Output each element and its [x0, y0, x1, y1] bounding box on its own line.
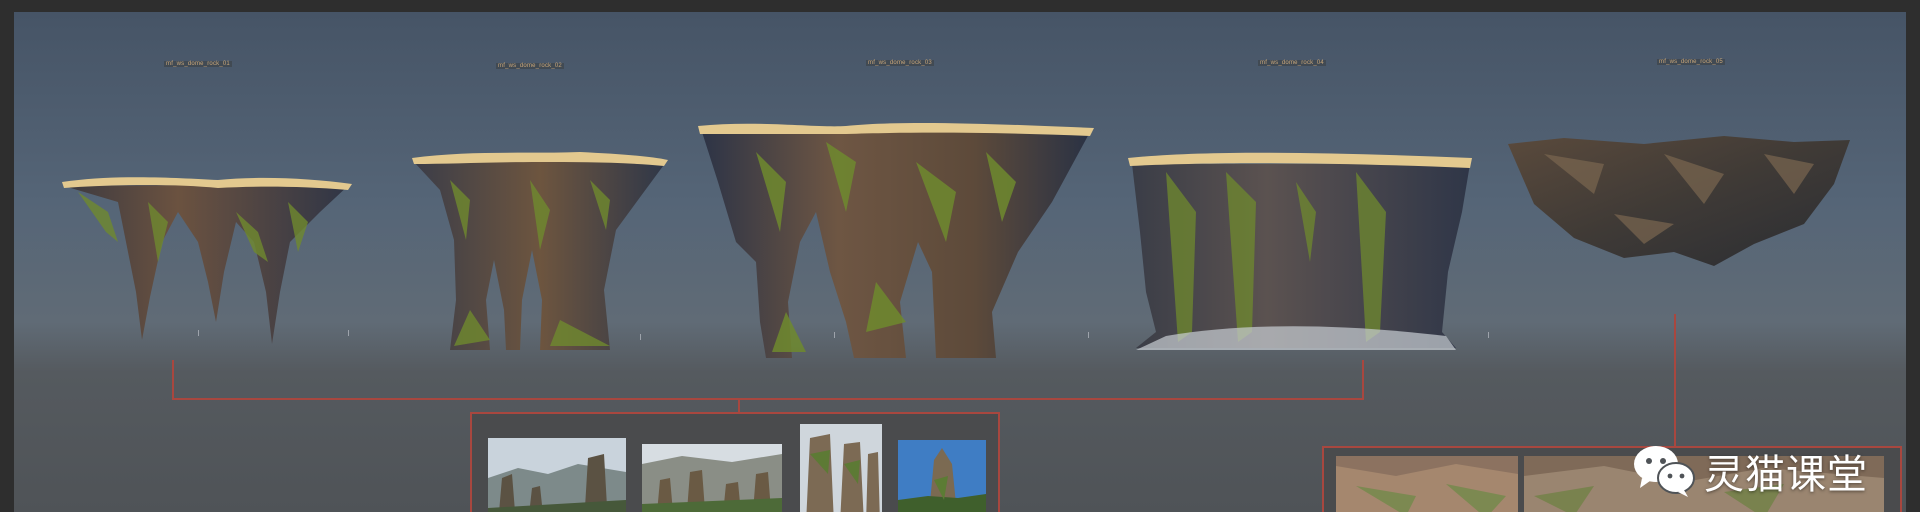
dome-rock-05[interactable]: [1504, 134, 1854, 274]
marker-tick: [1088, 332, 1089, 338]
connector-line: [1362, 360, 1364, 400]
connector-line: [1674, 314, 1676, 454]
marker-tick: [640, 334, 641, 340]
connector-line: [172, 398, 1364, 400]
watermark-text: 灵猫课堂: [1704, 452, 1868, 498]
window-left-bar: [0, 12, 14, 512]
marker-tick: [348, 330, 349, 336]
marker-tick: [834, 332, 835, 338]
marker-tick: [198, 330, 199, 336]
asset-label-03: mf_ws_dome_rock_03: [866, 60, 934, 66]
reference-thumbnail[interactable]: [488, 438, 626, 512]
asset-label-01: mf_ws_dome_rock_01: [164, 61, 232, 67]
connector-line: [738, 398, 740, 412]
window-top-bar: [0, 0, 1920, 12]
reference-thumbnail[interactable]: [800, 424, 882, 512]
marker-tick: [1488, 332, 1489, 338]
dome-rock-02[interactable]: [410, 150, 670, 355]
asset-label-02: mf_ws_dome_rock_02: [496, 63, 564, 69]
reference-thumbnail[interactable]: [642, 444, 782, 512]
connector-line: [172, 360, 174, 400]
dome-rock-03[interactable]: [696, 122, 1096, 360]
reference-thumbnail[interactable]: [898, 440, 986, 512]
reference-thumbnail[interactable]: [1336, 456, 1518, 512]
dome-rock-01[interactable]: [58, 172, 358, 347]
watermark: 灵猫课堂: [1632, 442, 1868, 500]
reference-panel-1[interactable]: [470, 412, 1000, 512]
asset-label-05: mf_ws_dome_rock_05: [1657, 59, 1725, 65]
asset-label-04: mf_ws_dome_rock_04: [1258, 60, 1326, 66]
wechat-icon: [1634, 446, 1695, 497]
window-right-bar: [1906, 12, 1920, 512]
viewport-canvas[interactable]: mf_ws_dome_rock_01 mf_ws_dome_rock_02 mf…: [14, 12, 1906, 512]
dome-rock-04[interactable]: [1126, 152, 1476, 352]
